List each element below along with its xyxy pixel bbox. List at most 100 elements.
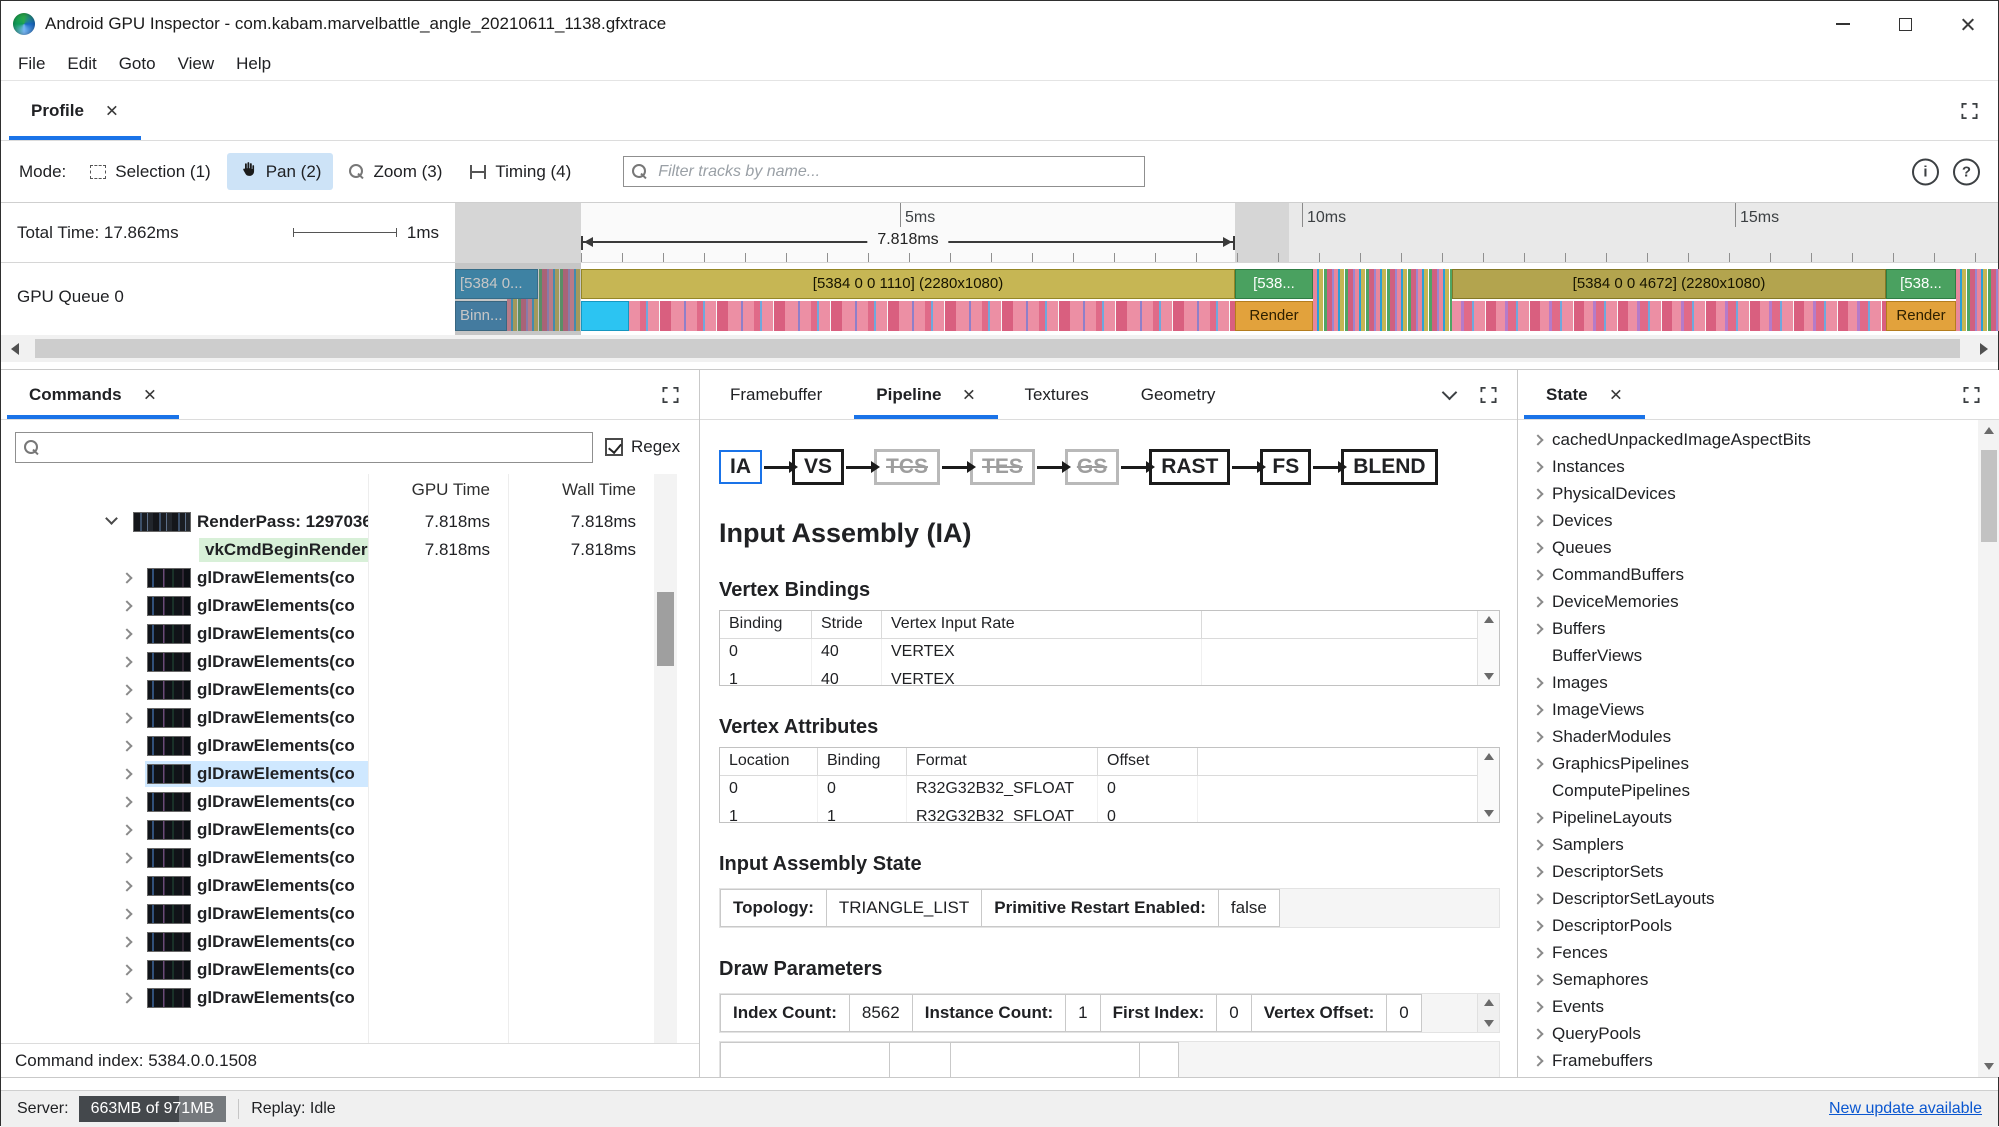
state-item[interactable]: Devices bbox=[1518, 507, 1978, 534]
chevron-right-icon[interactable] bbox=[121, 824, 133, 836]
mode-timing-button[interactable]: Timing (4) bbox=[458, 155, 583, 189]
chevron-right-icon[interactable] bbox=[1532, 919, 1544, 932]
timeline-slice[interactable]: [5384 0 0 4672] (2280x1080) bbox=[1452, 269, 1886, 299]
command-row-draw[interactable]: glDrawElements(co bbox=[1, 704, 654, 732]
timeline-ruler-track[interactable]: 7.818ms 5ms 10ms 15ms bbox=[455, 203, 1998, 262]
tab-geometry[interactable]: Geometry bbox=[1115, 370, 1242, 419]
chevron-right-icon[interactable] bbox=[121, 768, 133, 780]
tab-textures[interactable]: Textures bbox=[998, 370, 1114, 419]
maximize-button[interactable] bbox=[1874, 1, 1936, 47]
chevron-right-icon[interactable] bbox=[121, 628, 133, 640]
state-item[interactable]: ComputePipelines bbox=[1518, 777, 1978, 804]
chevron-right-icon[interactable] bbox=[1532, 757, 1544, 770]
tab-framebuffer[interactable]: Framebuffer bbox=[704, 370, 848, 419]
chevron-right-icon[interactable] bbox=[1532, 514, 1544, 527]
scroll-down-icon[interactable] bbox=[1483, 673, 1494, 680]
chevron-right-icon[interactable] bbox=[1532, 946, 1544, 959]
stage-gs[interactable]: GS bbox=[1064, 449, 1120, 485]
state-item[interactable]: Samplers bbox=[1518, 831, 1978, 858]
chevron-right-icon[interactable] bbox=[121, 656, 133, 668]
command-row-draw[interactable]: glDrawElements(co bbox=[1, 592, 654, 620]
state-item[interactable]: Buffers bbox=[1518, 615, 1978, 642]
chevron-right-icon[interactable] bbox=[1532, 1000, 1544, 1013]
chevron-right-icon[interactable] bbox=[121, 852, 133, 864]
chevron-right-icon[interactable] bbox=[121, 600, 133, 612]
table-scrollbar[interactable] bbox=[1477, 748, 1499, 822]
gpu-time-column-header[interactable]: GPU Time bbox=[368, 480, 500, 500]
chevron-right-icon[interactable] bbox=[1532, 568, 1544, 581]
chevron-right-icon[interactable] bbox=[121, 880, 133, 892]
state-item[interactable]: Images bbox=[1518, 669, 1978, 696]
state-item[interactable]: Semaphores bbox=[1518, 966, 1978, 993]
menu-goto[interactable]: Goto bbox=[108, 47, 167, 80]
tab-pipeline[interactable]: Pipeline bbox=[854, 370, 999, 419]
wall-time-column-header[interactable]: Wall Time bbox=[508, 480, 646, 500]
command-row-draw[interactable]: glDrawElements(co bbox=[1, 676, 654, 704]
command-row-draw[interactable]: glDrawElements(co bbox=[1, 732, 654, 760]
chevron-right-icon[interactable] bbox=[1532, 973, 1544, 986]
stage-tes[interactable]: TES bbox=[970, 449, 1035, 485]
scroll-left-button[interactable] bbox=[1, 335, 29, 362]
close-tab-icon[interactable] bbox=[105, 105, 117, 117]
close-tab-icon[interactable] bbox=[1609, 389, 1621, 401]
state-item[interactable]: Framebuffers bbox=[1518, 1047, 1978, 1074]
mode-zoom-button[interactable]: Zoom (3) bbox=[337, 155, 454, 189]
chevron-right-icon[interactable] bbox=[121, 964, 133, 976]
minimize-button[interactable] bbox=[1812, 1, 1874, 47]
command-row-draw[interactable]: glDrawElements(co bbox=[1, 984, 654, 1012]
close-tab-icon[interactable] bbox=[143, 389, 155, 401]
scrollbar-thumb[interactable] bbox=[1981, 450, 1997, 542]
timeline-slice-group[interactable] bbox=[629, 301, 1235, 331]
scroll-down-icon[interactable] bbox=[1483, 810, 1494, 817]
command-row-draw[interactable]: glDrawElements(co bbox=[1, 564, 654, 592]
state-item[interactable]: PipelineLayouts bbox=[1518, 804, 1978, 831]
scroll-right-button[interactable] bbox=[1970, 335, 1998, 362]
tab-commands[interactable]: Commands bbox=[7, 370, 179, 419]
chevron-right-icon[interactable] bbox=[1532, 676, 1544, 689]
state-item[interactable]: DescriptorSetLayouts bbox=[1518, 885, 1978, 912]
state-item[interactable]: DescriptorSets bbox=[1518, 858, 1978, 885]
mode-pan-button[interactable]: Pan (2) bbox=[226, 153, 334, 190]
chevron-right-icon[interactable] bbox=[1532, 433, 1544, 446]
command-row-begin-renderpass[interactable]: vkCmdBeginRender 7.818ms 7.818ms bbox=[1, 536, 654, 564]
state-item[interactable]: PhysicalDevices bbox=[1518, 480, 1978, 507]
commands-search-input[interactable] bbox=[16, 432, 592, 462]
state-item[interactable]: DescriptorPools bbox=[1518, 912, 1978, 939]
mode-selection-button[interactable]: Selection (1) bbox=[78, 155, 222, 189]
timeline-ruler[interactable]: Total Time: 17.862ms 1ms 7.818ms 5ms 10ms… bbox=[1, 203, 1998, 263]
caret-down-icon[interactable] bbox=[105, 512, 118, 525]
menu-edit[interactable]: Edit bbox=[56, 47, 107, 80]
filter-tracks-input[interactable] bbox=[624, 157, 1145, 186]
table-scrollbar[interactable] bbox=[1477, 611, 1499, 685]
state-item[interactable]: CommandBuffers bbox=[1518, 561, 1978, 588]
chevron-right-icon[interactable] bbox=[1532, 541, 1544, 554]
timeline-slice[interactable]: Render bbox=[1235, 301, 1313, 331]
command-row-draw[interactable]: glDrawElements(co bbox=[1, 900, 654, 928]
commands-search-field[interactable] bbox=[15, 431, 593, 463]
horizontal-scrollbar[interactable] bbox=[1, 335, 1998, 362]
chevron-right-icon[interactable] bbox=[1532, 865, 1544, 878]
command-row-draw[interactable]: glDrawElements(co bbox=[1, 816, 654, 844]
scroll-up-icon[interactable] bbox=[1483, 616, 1494, 623]
scroll-up-icon[interactable] bbox=[1984, 427, 1994, 434]
close-button[interactable] bbox=[1936, 1, 1998, 47]
chevron-right-icon[interactable] bbox=[1532, 811, 1544, 824]
band-scrollbar[interactable] bbox=[1477, 994, 1499, 1032]
regex-checkbox[interactable] bbox=[605, 438, 623, 456]
stage-rast[interactable]: RAST bbox=[1149, 449, 1231, 485]
command-row-draw[interactable]: glDrawElements(co bbox=[1, 928, 654, 956]
chevron-right-icon[interactable] bbox=[1532, 838, 1544, 851]
chevron-right-icon[interactable] bbox=[1532, 703, 1544, 716]
state-item[interactable]: BufferViews bbox=[1518, 642, 1978, 669]
fullscreen-icon[interactable] bbox=[1480, 386, 1497, 404]
close-tab-icon[interactable] bbox=[963, 389, 975, 401]
timeline-slice[interactable]: [5384 0 0 1110] (2280x1080) bbox=[581, 269, 1235, 299]
stage-vs[interactable]: VS bbox=[792, 449, 845, 485]
chevron-right-icon[interactable] bbox=[121, 992, 133, 1004]
timeline-slice[interactable]: [538... bbox=[1886, 269, 1956, 299]
timeline-slice-group[interactable] bbox=[1313, 269, 1452, 331]
fullscreen-icon[interactable] bbox=[662, 386, 679, 403]
state-item[interactable]: DeviceMemories bbox=[1518, 588, 1978, 615]
gpu-queue-track[interactable]: [5384 0... Binn... [5384 0 0 1110] (2280… bbox=[1, 263, 1999, 335]
fullscreen-icon[interactable] bbox=[1961, 102, 1978, 119]
